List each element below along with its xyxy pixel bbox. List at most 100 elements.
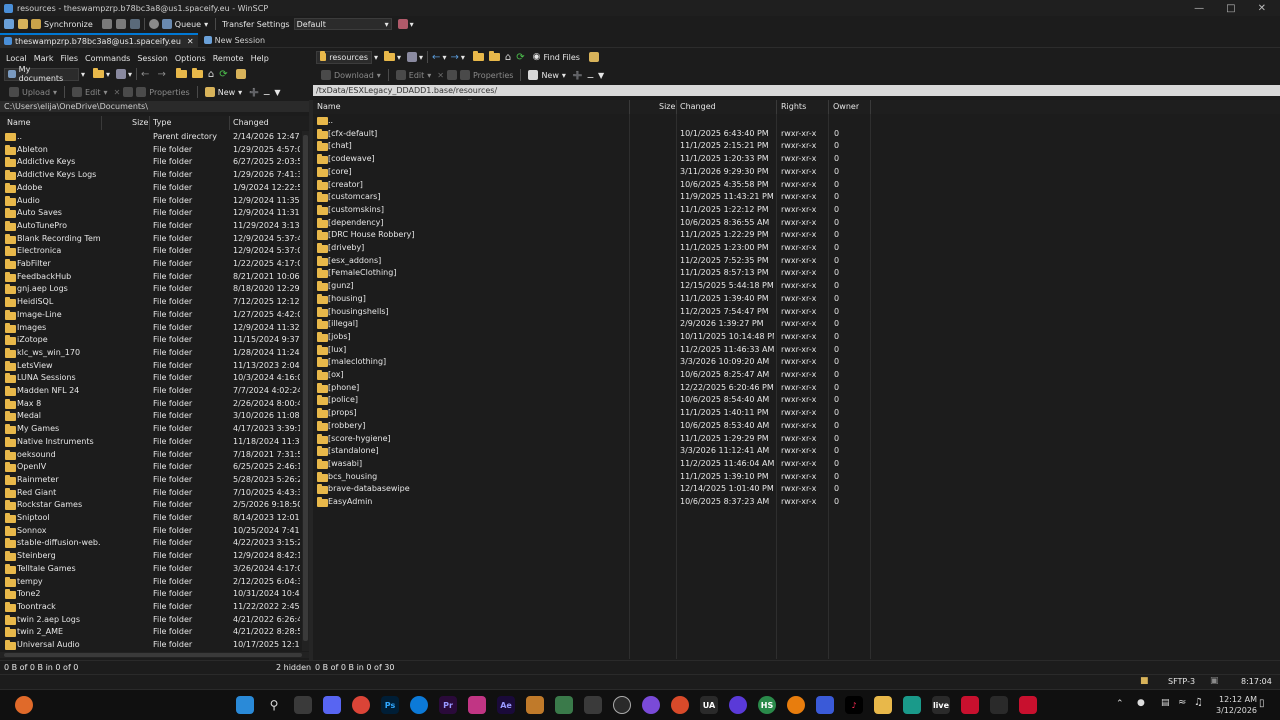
compare-dirs-icon[interactable] [18, 19, 28, 29]
table-row[interactable]: EasyAdmin 10/6/2025 8:37:23 AM rwxr-xr-x 0 [313, 496, 1280, 509]
table-row[interactable]: Sonnox File folder 10/25/2024 7:41:4 [0, 525, 309, 538]
app-icon[interactable] [729, 696, 747, 714]
table-row[interactable]: Native Instruments File folder 11/18/2024 … [0, 436, 309, 449]
rename-icon[interactable] [123, 87, 134, 97]
menu-session[interactable]: Session [137, 54, 168, 63]
close-icon[interactable]: ✕ [1258, 3, 1266, 14]
table-row[interactable]: [chat] 11/1/2025 2:15:21 PM rwxr-xr-x 0 [313, 140, 1280, 153]
close-tab-icon[interactable]: ✕ [187, 37, 194, 46]
column-changed[interactable]: Changed [680, 100, 716, 114]
app-icon[interactable] [990, 696, 1008, 714]
edit-button[interactable]: Edit ▾ [393, 68, 435, 82]
chevron-down-icon[interactable]: ▾ [442, 53, 446, 62]
app-icon[interactable] [526, 696, 544, 714]
table-row[interactable]: Audio File folder 12/9/2024 11:35:0 [0, 195, 309, 208]
table-row[interactable]: HeidiSQL File folder 7/12/2025 12:12:4 [0, 296, 309, 309]
table-row[interactable]: [housing] 11/1/2025 1:39:40 PM rwxr-xr-x 0 [313, 293, 1280, 306]
menu-commands[interactable]: Commands [85, 54, 130, 63]
filter-icon[interactable] [407, 52, 418, 62]
refresh-icon[interactable]: ⟳ [219, 69, 227, 80]
table-row[interactable]: Image-Line File folder 1/27/2025 4:42:06 [0, 309, 309, 322]
table-row[interactable]: LUNA Sessions File folder 10/3/2024 4:16:0… [0, 372, 309, 385]
table-row[interactable]: [standalone] 3/3/2026 11:12:41 AM rwxr-xr-… [313, 445, 1280, 458]
edge-icon[interactable] [410, 696, 428, 714]
table-row[interactable]: Medal File folder 3/10/2026 11:08:0 [0, 410, 309, 423]
table-row[interactable]: Toontrack File folder 11/22/2022 2:45:0 [0, 601, 309, 614]
app-icon[interactable] [642, 696, 660, 714]
home-icon[interactable]: ⌂ [208, 69, 214, 80]
table-row[interactable]: [score-hygiene] 11/1/2025 1:29:29 PM rwxr-… [313, 433, 1280, 446]
filter-icon[interactable] [116, 69, 127, 79]
table-row[interactable]: OpenIV File folder 6/25/2025 2:46:19 [0, 461, 309, 474]
unselect-icon[interactable]: ⚊ [587, 71, 594, 80]
obs-icon[interactable] [613, 696, 631, 714]
table-row[interactable]: Images File folder 12/9/2024 11:32:1 [0, 322, 309, 335]
table-row[interactable]: [customskins] 11/1/2025 1:22:12 PM rwxr-xr… [313, 204, 1280, 217]
app-icon[interactable]: live [932, 696, 950, 714]
table-row[interactable]: Adobe File folder 1/9/2024 12:22:53 / [0, 182, 309, 195]
table-row[interactable]: [jobs] 10/11/2025 10:14:48 PM rwxr-xr-x 0 [313, 331, 1280, 344]
table-row[interactable]: [core] 3/11/2026 9:29:30 PM rwxr-xr-x 0 [313, 166, 1280, 179]
table-row[interactable]: brave-databasewipe 12/14/2025 1:01:40 PM r… [313, 483, 1280, 496]
app-icon[interactable]: UA [700, 696, 718, 714]
table-row[interactable]: gnj.aep Logs File folder 8/18/2020 12:29:0 [0, 283, 309, 296]
right-path-bar[interactable]: /txData/ESXLegacy_DDADD1.base/resources/ [313, 85, 1280, 96]
refresh-icon[interactable]: ⟳ [516, 52, 524, 63]
table-row[interactable]: Addictive Keys File folder 6/27/2025 2:03:… [0, 156, 309, 169]
table-row[interactable]: [gunz] 12/15/2025 5:44:18 PM rwxr-xr-x 0 [313, 280, 1280, 293]
settings-icon[interactable] [148, 19, 159, 29]
open-folder-icon[interactable] [384, 51, 396, 61]
table-row[interactable]: [FemaleClothing] 11/1/2025 8:57:13 PM rwxr… [313, 267, 1280, 280]
table-row[interactable]: [maleclothing] 3/3/2026 10:09:20 AM rwxr-x… [313, 356, 1280, 369]
table-row[interactable]: Telltale Games File folder 3/26/2024 4:17:… [0, 563, 309, 576]
table-row[interactable]: klc_ws_win_170 File folder 1/28/2024 11:24… [0, 347, 309, 360]
table-row[interactable]: Madden NFL 24 File folder 7/7/2024 4:02:24… [0, 385, 309, 398]
microphone-icon[interactable]: ● [1137, 698, 1145, 708]
premiere-icon[interactable]: Pr [439, 696, 457, 714]
menu-remote[interactable]: Remote [213, 54, 244, 63]
widgets-icon[interactable] [15, 696, 33, 714]
new-window-icon[interactable] [4, 19, 14, 29]
table-row[interactable]: Auto Saves File folder 12/9/2024 11:31:5 [0, 207, 309, 220]
table-row[interactable]: [driveby] 11/1/2025 1:23:00 PM rwxr-xr-x 0 [313, 242, 1280, 255]
delete-icon[interactable]: ✕ [437, 71, 444, 80]
table-row[interactable]: [illegal] 2/9/2026 1:39:27 PM rwxr-xr-x 0 [313, 318, 1280, 331]
app-icon[interactable]: HS [758, 696, 776, 714]
app-icon[interactable] [671, 696, 689, 714]
menu-mark[interactable]: Mark [34, 54, 54, 63]
left-horizontal-scrollbar[interactable] [0, 652, 309, 658]
column-size[interactable]: Size [132, 116, 148, 130]
menu-options[interactable]: Options [175, 54, 206, 63]
clock-date[interactable]: 3/12/2026 [1216, 706, 1257, 715]
table-row[interactable]: Addictive Keys Logs File folder 1/29/2026 … [0, 169, 309, 182]
forward-arrow-icon[interactable]: → [157, 69, 165, 80]
hidden-count[interactable]: 2 hidden [276, 663, 311, 672]
table-row[interactable]: oeksound File folder 7/18/2021 7:31:55 [0, 449, 309, 462]
menu-files[interactable]: Files [60, 54, 78, 63]
table-row[interactable]: Red Giant File folder 7/10/2025 4:43:31 [0, 487, 309, 500]
open-folder-icon[interactable] [93, 68, 105, 78]
left-path-bar[interactable]: C:\Users\elija\OneDrive\Documents\ [0, 101, 309, 112]
table-row[interactable]: [props] 11/1/2025 1:40:11 PM rwxr-xr-x 0 [313, 407, 1280, 420]
chevron-down-icon[interactable]: ▾ [419, 53, 423, 62]
wifi-icon[interactable]: ≈ [1178, 697, 1186, 708]
table-row[interactable]: iZotope File folder 11/15/2024 9:37:4 [0, 334, 309, 347]
column-name[interactable]: Name [317, 100, 341, 114]
table-row[interactable]: Rockstar Games File folder 2/5/2026 9:18:5… [0, 499, 309, 512]
scrollbar-thumb[interactable] [4, 653, 302, 657]
find-icon[interactable] [235, 69, 246, 79]
table-row[interactable]: Rainmeter File folder 5/28/2023 5:26:28 [0, 474, 309, 487]
app-icon[interactable] [903, 696, 921, 714]
chevron-down-icon[interactable]: ▾ [81, 70, 85, 79]
parent-dir-icon[interactable] [175, 68, 187, 78]
scrollbar-thumb[interactable] [303, 135, 308, 641]
table-row[interactable]: [lux] 11/2/2025 11:46:33 AM rwxr-xr-x 0 [313, 344, 1280, 357]
table-row[interactable]: Universal Audio File folder 10/17/2025 12:… [0, 639, 309, 651]
file-explorer-icon[interactable] [874, 696, 892, 714]
winscp-taskbar-icon[interactable] [555, 696, 573, 714]
filter-select-icon[interactable]: ▼ [274, 88, 280, 97]
home-icon[interactable]: ⌂ [505, 52, 511, 63]
rename-icon[interactable] [447, 70, 457, 80]
table-row[interactable]: .. Parent directory 2/14/2026 12:47:5 [0, 131, 309, 144]
filter-select-icon[interactable]: ▼ [598, 71, 604, 80]
